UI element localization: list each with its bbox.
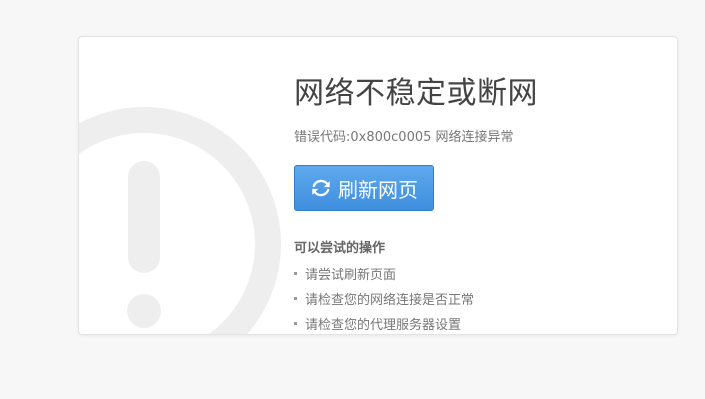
warning-exclamation-icon: [79, 107, 281, 334]
suggestion-item: 请检查您的代理服务器设置: [294, 314, 654, 333]
bullet-icon: [294, 272, 297, 275]
bullet-icon: [294, 297, 297, 300]
suggestion-item: 请尝试刷新页面: [294, 264, 654, 283]
error-card: 网络不稳定或断网 错误代码:0x800c0005 网络连接异常 刷新网页 可以尝…: [78, 36, 678, 335]
error-code: 错误代码:0x800c0005 网络连接异常: [294, 130, 514, 145]
suggestion-text: 请检查您的代理服务器设置: [305, 318, 462, 333]
error-title: 网络不稳定或断网: [294, 76, 538, 111]
suggestion-text: 请检查您的网络连接是否正常: [305, 293, 475, 308]
suggestions-list: 请尝试刷新页面 请检查您的网络连接是否正常 请检查您的代理服务器设置: [294, 264, 654, 333]
refresh-button-label: 刷新网页: [338, 177, 418, 202]
bullet-icon: [294, 322, 297, 325]
refresh-icon: [310, 177, 332, 199]
refresh-button[interactable]: 刷新网页: [294, 165, 434, 211]
suggestion-item: 请检查您的网络连接是否正常: [294, 289, 654, 308]
suggestion-text: 请尝试刷新页面: [305, 268, 397, 283]
suggestions-title: 可以尝试的操作: [294, 241, 386, 256]
error-content: 网络不稳定或断网 错误代码:0x800c0005 网络连接异常 刷新网页 可以尝…: [294, 76, 654, 334]
